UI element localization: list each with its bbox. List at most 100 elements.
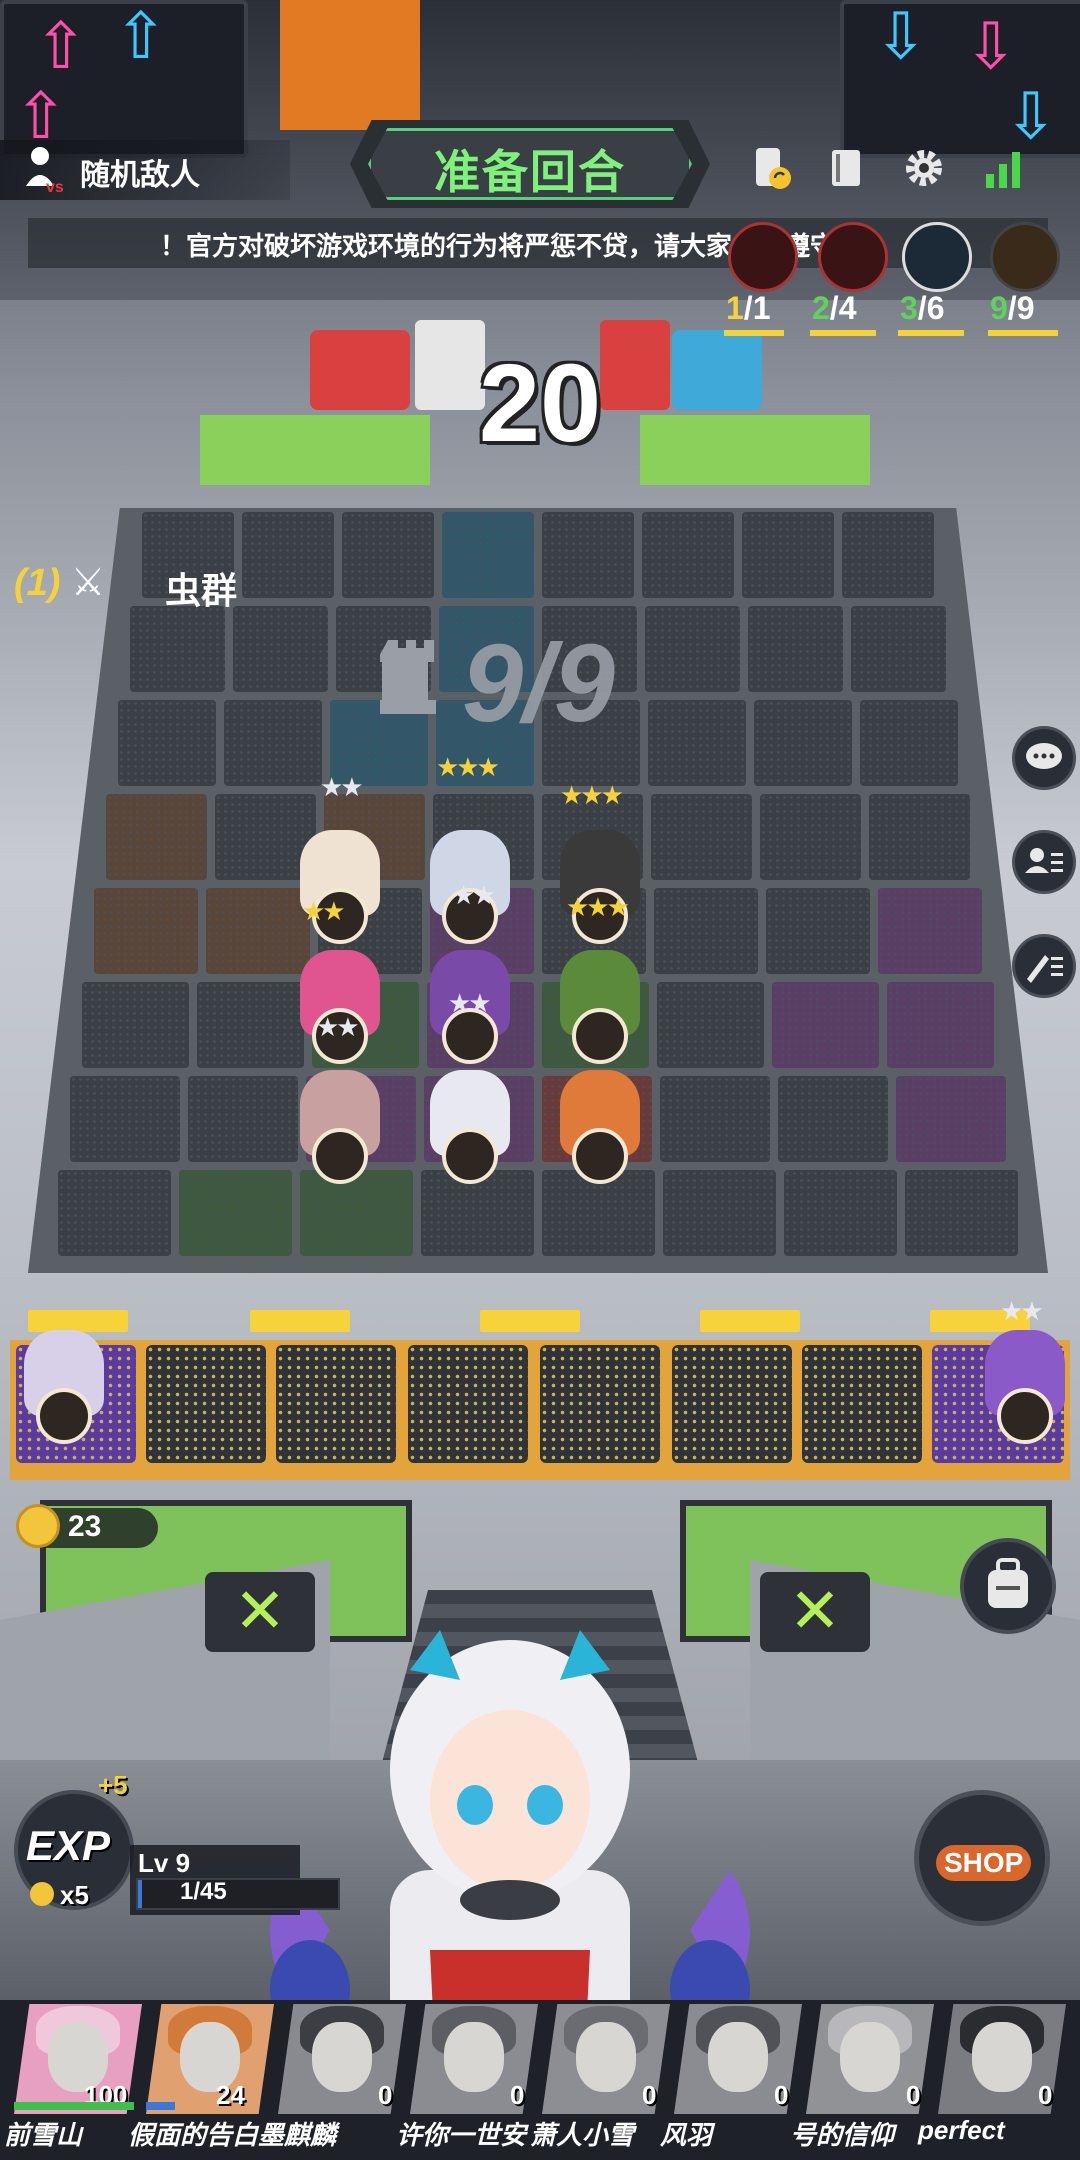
bench-slot[interactable] (146, 1345, 266, 1463)
x-pad-icon: ✕ (760, 1572, 870, 1652)
battle-log-button[interactable] (1012, 934, 1076, 998)
phone-sync-icon[interactable] (748, 144, 796, 192)
bench-marker (480, 1310, 580, 1332)
board-cell[interactable] (106, 794, 207, 880)
player-name: 号的信仰 (790, 2120, 895, 2150)
board-cell[interactable] (878, 888, 982, 974)
unit-chess-piece[interactable] (550, 830, 650, 944)
board-cell[interactable] (342, 512, 434, 598)
synergy-max: /4 (829, 290, 857, 326)
synergy-icon-4[interactable] (990, 222, 1060, 292)
board-cell[interactable] (642, 512, 734, 598)
bench-unit[interactable] (975, 1330, 1075, 1444)
board-cell[interactable] (851, 606, 946, 692)
settings-gear-icon[interactable] (900, 144, 948, 192)
board-cell[interactable] (94, 888, 198, 974)
synergy-icon-3[interactable] (902, 222, 972, 292)
board-cell[interactable] (842, 512, 934, 598)
player-name: 风羽 (660, 2120, 713, 2150)
board-cell[interactable] (179, 1170, 292, 1256)
board-cell[interactable] (754, 700, 852, 786)
player-score: 0 (642, 2080, 657, 2110)
book-icon[interactable] (822, 144, 870, 192)
portrait-face (972, 2022, 1032, 2092)
board-cell[interactable] (887, 982, 994, 1068)
exp-progress-fill (138, 1880, 143, 1908)
board-cell[interactable] (118, 700, 216, 786)
bench-slot[interactable] (672, 1345, 792, 1463)
board-cell[interactable] (654, 888, 758, 974)
synergy-counter-1: 1/1 (726, 290, 770, 327)
star-rating-icon: ★★★ (566, 892, 630, 922)
board-cell[interactable] (748, 606, 843, 692)
inventory-button[interactable] (960, 1538, 1056, 1634)
synergy-counter-3: 3/6 (900, 290, 944, 327)
neon-panel-right: ⇩ ⇩ ⇩ (840, 0, 1080, 158)
stage-green-pad (640, 415, 870, 485)
player-portrait[interactable] (146, 2004, 274, 2114)
bench-slot[interactable] (276, 1345, 396, 1463)
board-cell[interactable] (197, 982, 304, 1068)
round-countdown: 20 (478, 342, 602, 465)
bench-slot[interactable] (540, 1345, 660, 1463)
synergy-icon-2[interactable] (818, 222, 888, 292)
bench-slot[interactable] (802, 1345, 922, 1463)
coin-icon (30, 1882, 54, 1906)
board-cell[interactable] (905, 1170, 1018, 1256)
chat-button[interactable] (1012, 726, 1076, 790)
board-cell[interactable] (70, 1076, 180, 1162)
board-cell[interactable] (657, 982, 764, 1068)
unit-chess-piece[interactable] (290, 950, 390, 1064)
synergy-counter-4: 9/9 (990, 290, 1034, 327)
board-cell[interactable] (130, 606, 225, 692)
neon-panel-left: ⇧ ⇧ ⇧ (0, 0, 248, 158)
star-rating-icon: ★★ (316, 1012, 360, 1042)
player-list-button[interactable] (1012, 830, 1076, 894)
star-rating-icon: ★★ (320, 772, 364, 802)
rook-icon (380, 640, 436, 714)
player-score: 0 (378, 2080, 393, 2110)
unit-chess-piece[interactable] (290, 1070, 390, 1184)
board-cell[interactable] (651, 794, 752, 880)
board-cell[interactable] (82, 982, 189, 1068)
board-cell[interactable] (663, 1170, 776, 1256)
board-cell[interactable] (233, 606, 328, 692)
unit-chess-piece[interactable] (550, 950, 650, 1064)
board-cell[interactable] (442, 512, 534, 598)
exp-progress-bar (136, 1878, 340, 1910)
unit-chess-piece[interactable] (550, 1070, 650, 1184)
board-cell[interactable] (778, 1076, 888, 1162)
board-cell[interactable] (766, 888, 870, 974)
board-cell[interactable] (896, 1076, 1006, 1162)
board-cell[interactable] (660, 1076, 770, 1162)
synergy-max: /6 (917, 290, 945, 326)
star-rating-icon: ★★★ (560, 780, 624, 810)
board-cell[interactable] (224, 700, 322, 786)
board-cell[interactable] (645, 606, 740, 692)
neon-arrow-icon: ⇧ (14, 80, 68, 152)
board-cell[interactable] (869, 794, 970, 880)
synergy-progress-bar (810, 330, 876, 336)
board-cell[interactable] (648, 700, 746, 786)
board-cell[interactable] (542, 512, 634, 598)
player-name: 假面的告白墨麒麟 (128, 2120, 337, 2150)
unit-chess-piece[interactable] (420, 1070, 520, 1184)
board-cell[interactable] (300, 1170, 413, 1256)
board-cell[interactable] (760, 794, 861, 880)
board-cell[interactable] (742, 512, 834, 598)
level-label: Lv 9 (138, 1848, 191, 1878)
board-cell[interactable] (860, 700, 958, 786)
bench-slot[interactable] (408, 1345, 528, 1463)
synergy-icon-1[interactable] (728, 222, 798, 292)
player-hp-bar (14, 2102, 134, 2110)
bench-unit[interactable] (14, 1330, 114, 1444)
star-rating-icon: ★★★ (436, 752, 500, 782)
opponent-name: 虫群 (165, 570, 238, 611)
board-cell[interactable] (772, 982, 879, 1068)
board-cell[interactable] (242, 512, 334, 598)
board-cell[interactable] (58, 1170, 171, 1256)
portrait-face (708, 2022, 768, 2092)
board-cell[interactable] (784, 1170, 897, 1256)
round-title: 准备回合 (434, 146, 626, 198)
board-cell[interactable] (188, 1076, 298, 1162)
